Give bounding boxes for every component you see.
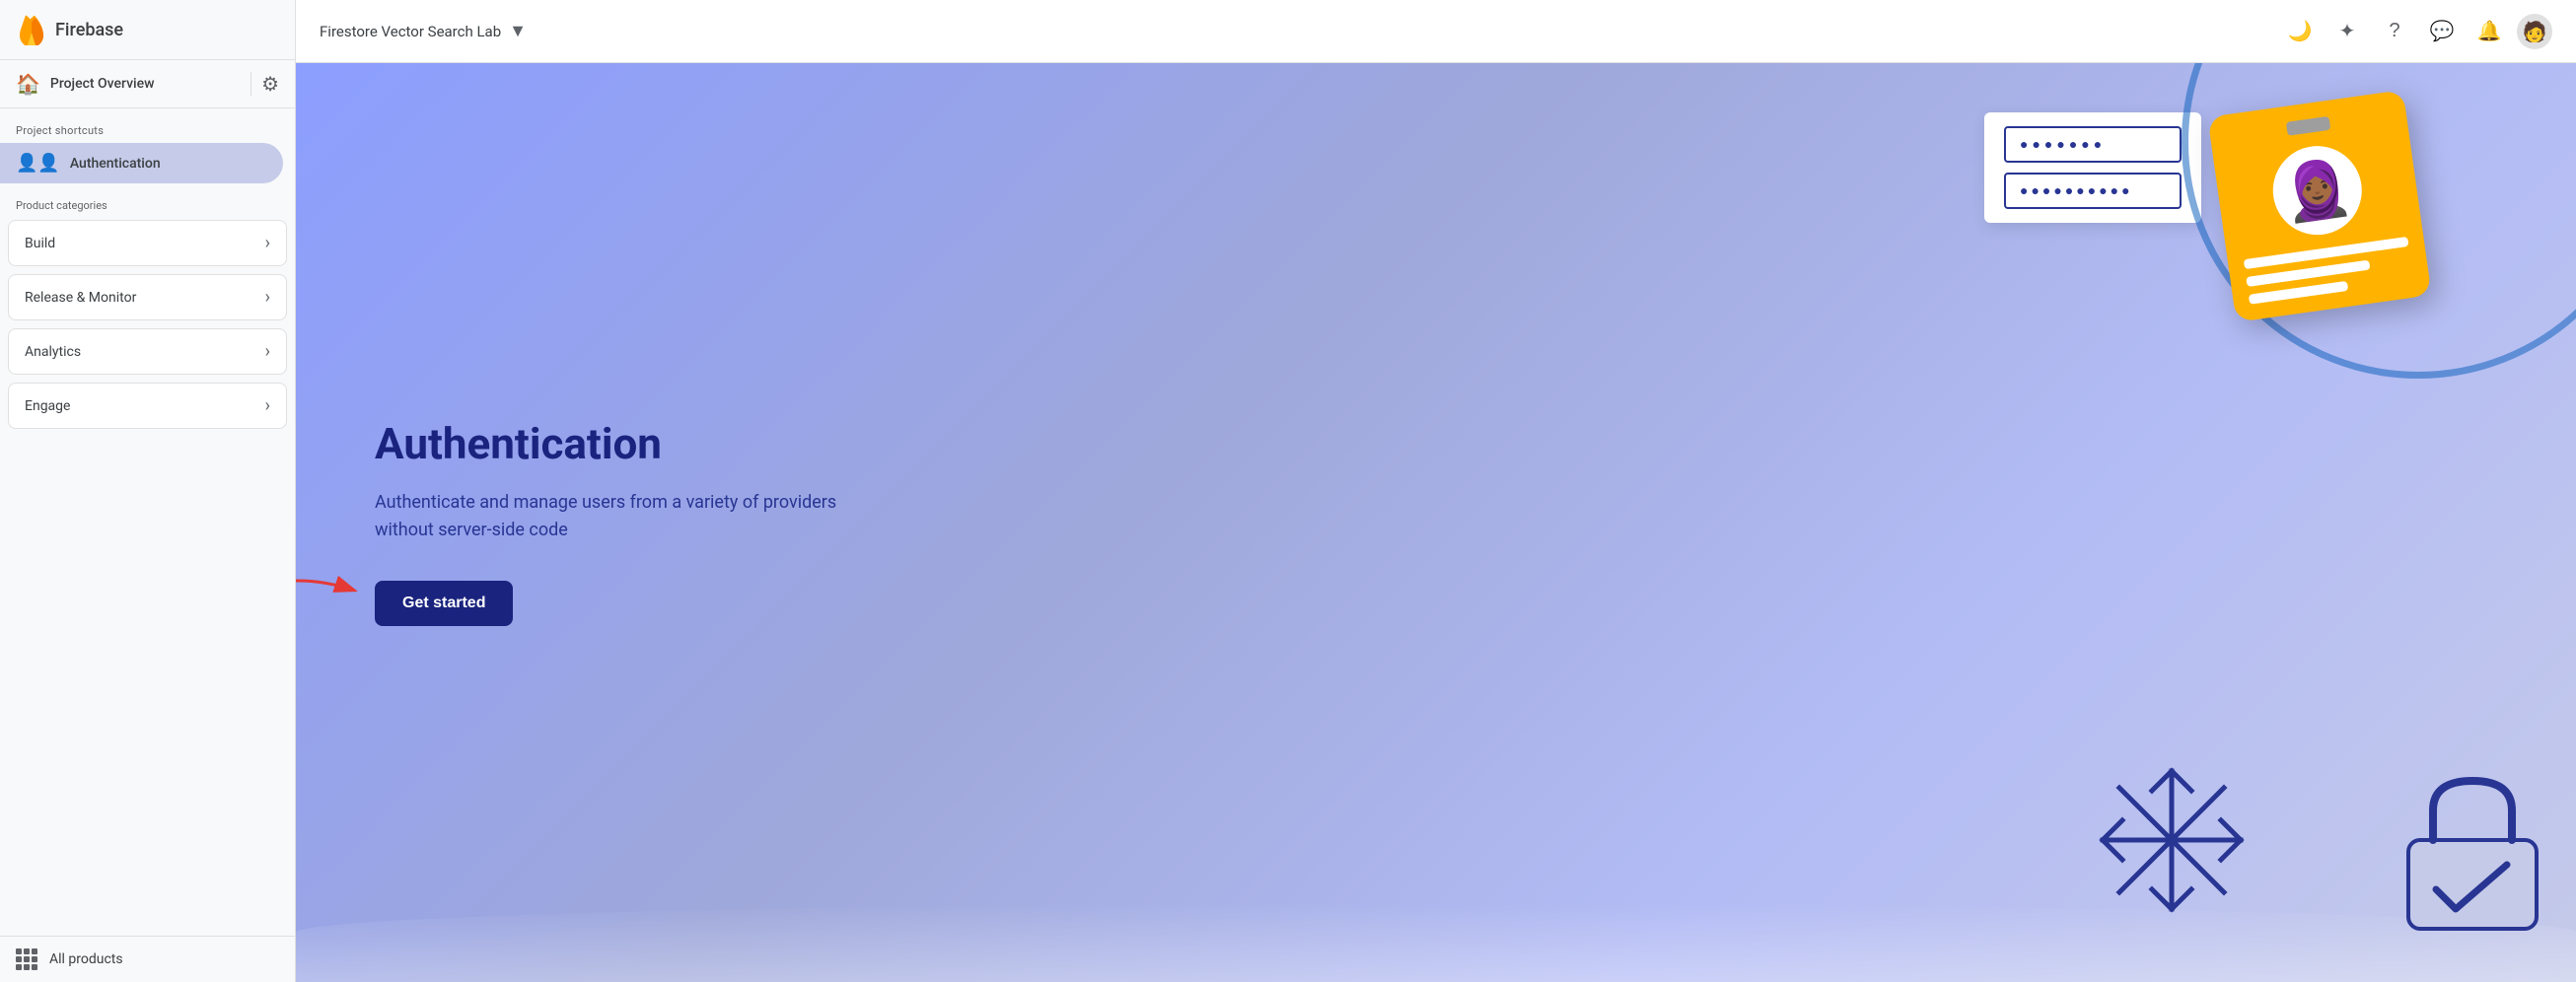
project-dropdown-arrow-icon: ▼ <box>509 21 527 41</box>
hero-section: Authentication Authenticate and manage u… <box>296 63 2576 982</box>
project-name: Firestore Vector Search Lab <box>320 23 501 40</box>
avatar-face-icon: 🧕🏾 <box>2279 154 2356 228</box>
hero-content: Authentication Authenticate and manage u… <box>375 419 888 626</box>
firebase-flame-icon <box>16 14 47 45</box>
engage-label: Engage <box>25 398 70 414</box>
grid-icon <box>16 948 37 970</box>
sidebar: Firebase 🏠 Project Overview ⚙ Project sh… <box>0 0 296 982</box>
username-field-mock: ●●●●●●● <box>2004 126 2182 163</box>
project-overview-row[interactable]: 🏠 Project Overview ⚙ <box>0 60 295 108</box>
arrow-svg <box>296 566 365 615</box>
spark-button[interactable]: ✦ <box>2327 12 2367 51</box>
project-shortcuts-label: Project shortcuts <box>0 108 295 143</box>
app-title: Firebase <box>55 20 123 40</box>
lock-illustration <box>2398 771 2546 943</box>
get-started-button[interactable]: Get started <box>375 581 513 626</box>
release-monitor-label: Release & Monitor <box>25 290 136 306</box>
engage-chevron-icon: › <box>265 395 270 416</box>
divider <box>250 72 251 96</box>
id-card-line-1 <box>2244 237 2409 269</box>
main-content: Firestore Vector Search Lab ▼ 🌙 ✦ ? 💬 🔔 … <box>296 0 2576 982</box>
category-item-build[interactable]: Build › <box>8 220 287 266</box>
project-selector[interactable]: Firestore Vector Search Lab ▼ <box>320 21 527 41</box>
id-card-photo: 🧕🏾 <box>2267 140 2368 241</box>
release-monitor-chevron-icon: › <box>265 287 270 308</box>
dark-mode-button[interactable]: 🌙 <box>2280 12 2320 51</box>
password-dots: ●●●●●●●●●● <box>2020 182 2133 199</box>
build-chevron-icon: › <box>265 233 270 253</box>
avatar-image: 🧑 <box>2523 20 2547 43</box>
analytics-label: Analytics <box>25 344 81 360</box>
red-arrow-annotation <box>296 566 365 619</box>
project-overview-label: Project Overview <box>50 76 241 92</box>
hero-description: Authenticate and manage users from a var… <box>375 489 888 546</box>
snowflake-svg <box>2093 761 2251 919</box>
input-fields-illustration: ●●●●●●● ●●●●●●●●●● <box>1984 112 2201 223</box>
analytics-chevron-icon: › <box>265 341 270 362</box>
username-dots: ●●●●●●● <box>2020 136 2106 153</box>
category-item-release-monitor[interactable]: Release & Monitor › <box>8 274 287 320</box>
sidebar-header: Firebase <box>0 0 295 60</box>
all-products-label: All products <box>49 951 123 967</box>
settings-icon[interactable]: ⚙ <box>261 72 279 96</box>
product-categories-label: Product categories <box>0 183 295 218</box>
category-item-analytics[interactable]: Analytics › <box>8 328 287 375</box>
sidebar-item-authentication[interactable]: 👤👤 Authentication <box>0 143 283 183</box>
topbar-actions: 🌙 ✦ ? 💬 🔔 🧑 <box>2280 12 2552 51</box>
all-products-item[interactable]: All products <box>0 936 295 982</box>
id-card-clip <box>2286 116 2331 136</box>
notifications-button[interactable]: 🔔 <box>2469 12 2509 51</box>
password-field-mock: ●●●●●●●●●● <box>2004 173 2182 209</box>
id-card-illustration: 🧕🏾 <box>2207 90 2431 322</box>
chat-button[interactable]: 💬 <box>2422 12 2462 51</box>
authentication-icon: 👤👤 <box>16 153 60 174</box>
authentication-label: Authentication <box>70 156 161 172</box>
build-label: Build <box>25 236 55 251</box>
category-item-engage[interactable]: Engage › <box>8 383 287 429</box>
help-button[interactable]: ? <box>2375 12 2414 51</box>
hero-title: Authentication <box>375 419 888 469</box>
snowflake-illustration <box>2093 761 2251 923</box>
firebase-logo: Firebase <box>16 14 123 45</box>
user-avatar[interactable]: 🧑 <box>2517 14 2552 49</box>
topbar: Firestore Vector Search Lab ▼ 🌙 ✦ ? 💬 🔔 … <box>296 0 2576 63</box>
lock-svg <box>2398 771 2546 939</box>
home-icon: 🏠 <box>16 72 40 96</box>
